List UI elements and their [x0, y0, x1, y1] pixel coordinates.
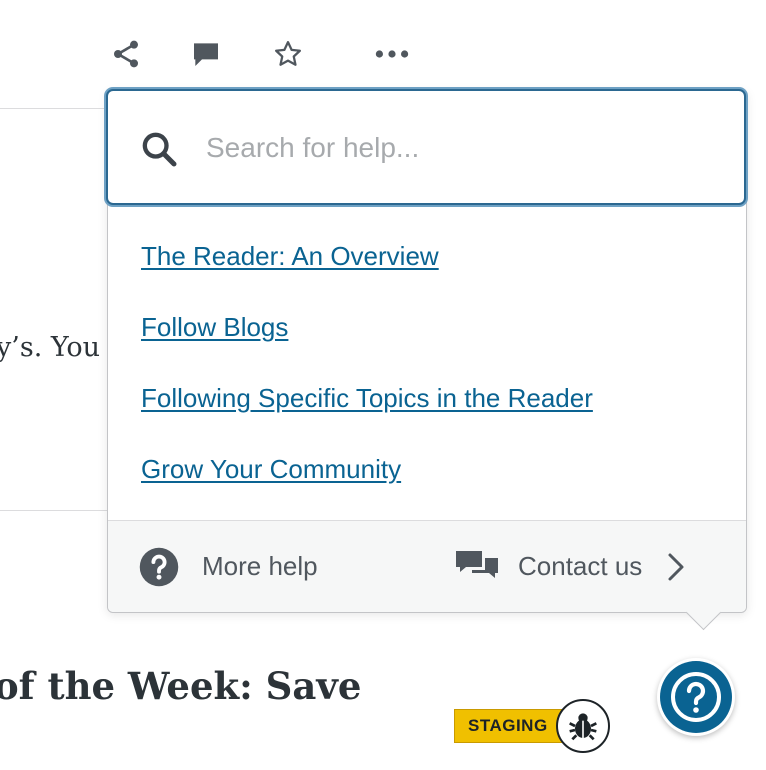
more-help-label: More help: [202, 551, 318, 581]
bug-report-button[interactable]: [556, 699, 610, 753]
chevron-right-icon: [668, 553, 684, 580]
comment-icon: [194, 43, 218, 66]
share-button[interactable]: [108, 36, 144, 72]
more-help-button[interactable]: More help: [138, 521, 318, 612]
comment-button[interactable]: [188, 36, 224, 72]
divider-bottom: [0, 510, 110, 511]
ellipsis-icon: [375, 50, 409, 58]
staging-badge: STAGING: [454, 709, 564, 743]
contact-us-button[interactable]: Contact us: [454, 521, 688, 612]
follow-button[interactable]: [270, 36, 306, 72]
star-icon: [275, 41, 301, 66]
help-popover: The Reader: An Overview Follow Blogs Fol…: [106, 89, 747, 631]
question-circle-icon: [139, 547, 179, 586]
help-link-follow-blogs[interactable]: Follow Blogs: [141, 312, 593, 383]
post-excerpt-text: y’s. You: [0, 332, 100, 363]
help-link-grow-community[interactable]: Grow Your Community: [141, 454, 593, 525]
help-search-box: [106, 89, 746, 205]
help-popover-footer: More help Contact us: [108, 520, 746, 631]
help-icon: [660, 661, 732, 733]
help-link-following-topics[interactable]: Following Specific Topics in the Reader: [141, 383, 593, 454]
staging-badge-label: STAGING: [468, 716, 548, 735]
more-options-button[interactable]: [374, 36, 410, 72]
help-link-reader-overview[interactable]: The Reader: An Overview: [141, 241, 593, 312]
popover-caret: [685, 594, 722, 631]
search-icon: [142, 132, 177, 167]
help-links-list: The Reader: An Overview Follow Blogs Fol…: [141, 241, 593, 525]
bug-icon: [569, 713, 597, 741]
divider-top: [0, 108, 110, 109]
contact-us-label: Contact us: [518, 551, 643, 581]
help-center-button[interactable]: [657, 658, 735, 736]
post-heading: of the Week: Save: [0, 664, 362, 708]
chat-bubbles-icon: [456, 550, 498, 578]
share-icon: [114, 40, 138, 68]
help-search-input[interactable]: [204, 123, 708, 173]
